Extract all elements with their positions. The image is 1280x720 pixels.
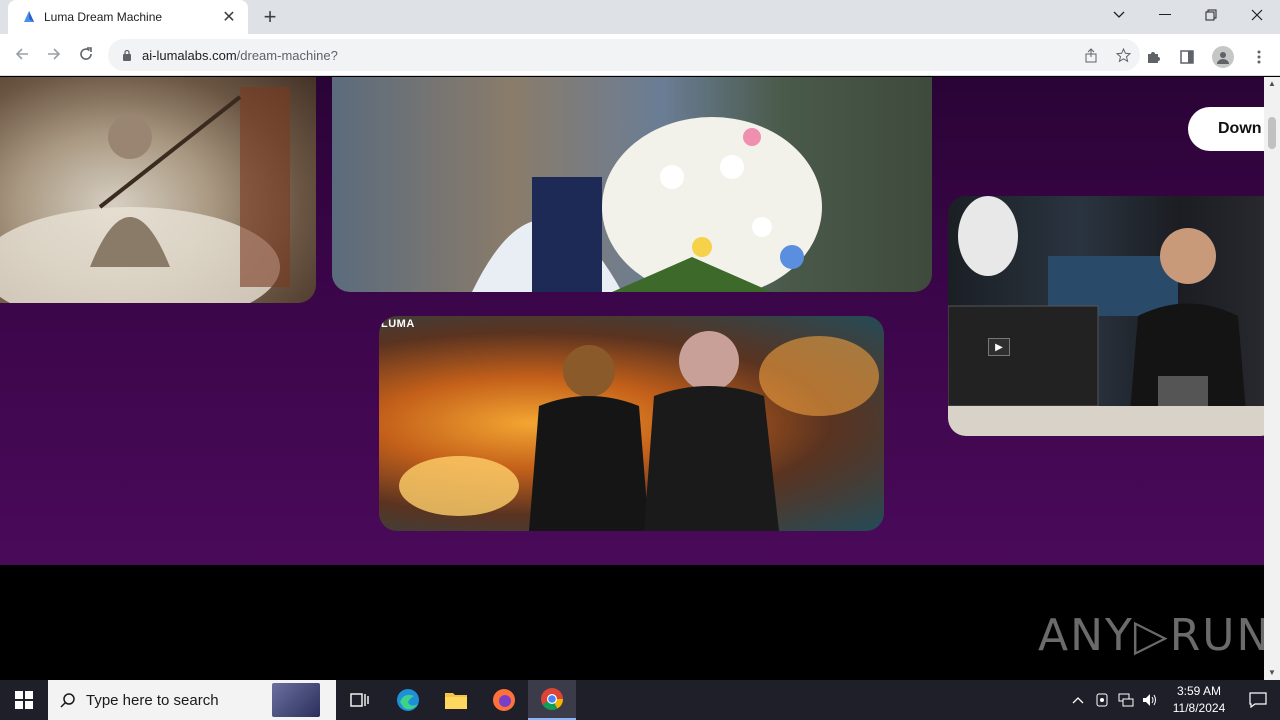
edge-icon[interactable] <box>384 680 432 720</box>
notification-icon[interactable] <box>1236 692 1280 708</box>
download-button[interactable]: Down <box>1188 107 1264 151</box>
gallery-image-photographer[interactable]: ▶ <box>948 196 1264 436</box>
scroll-thumb[interactable] <box>1268 117 1276 149</box>
search-icon <box>60 693 75 708</box>
gallery-section: LUMA ▶ Down <box>0 77 1264 565</box>
toolbar-right <box>1144 46 1268 68</box>
url-text: ai-lumalabs.com/dream-machine? <box>142 48 338 63</box>
file-explorer-icon[interactable] <box>432 680 480 720</box>
bear-pig-illustration-icon <box>399 331 879 531</box>
clock-date: 11/8/2024 <box>1172 701 1226 715</box>
url-path: /dream-machine? <box>236 47 338 63</box>
musician-illustration-icon <box>0 87 290 303</box>
volume-icon[interactable] <box>1138 680 1162 720</box>
menu-kebab-icon[interactable] <box>1250 48 1268 66</box>
luma-favicon-icon <box>24 11 34 22</box>
search-highlight-image <box>272 683 320 717</box>
browser-tab[interactable]: Luma Dream Machine ✕ <box>8 0 248 34</box>
device-icon[interactable] <box>1090 680 1114 720</box>
firefox-icon[interactable] <box>480 680 528 720</box>
taskbar-search-box[interactable]: Type here to search <box>48 680 336 720</box>
search-placeholder: Type here to search <box>86 691 219 709</box>
back-arrow-icon[interactable] <box>8 40 36 68</box>
browser-toolbar: ai-lumalabs.com/dream-machine? <box>0 34 1280 76</box>
extensions-icon[interactable] <box>1144 48 1162 66</box>
omnibox-actions <box>1082 46 1132 64</box>
network-icon[interactable] <box>1114 680 1138 720</box>
minimize-icon[interactable] <box>1142 0 1188 30</box>
forward-arrow-icon[interactable] <box>40 40 68 68</box>
tab-title: Luma Dream Machine <box>44 10 163 24</box>
windows-taskbar: Type here to search 3:59 AM 11/8/2024 <box>0 680 1280 720</box>
close-window-icon[interactable] <box>1234 0 1280 30</box>
anyrun-watermark: ANY▷RUN <box>1038 610 1264 661</box>
new-tab-button[interactable]: + <box>258 4 282 30</box>
restore-icon[interactable] <box>1188 0 1234 30</box>
side-panel-icon[interactable] <box>1178 48 1196 66</box>
scroll-up-icon[interactable]: ▲ <box>1264 77 1280 91</box>
bookmark-star-icon[interactable] <box>1114 46 1132 64</box>
photographer-illustration-icon <box>948 196 1264 436</box>
chevron-up-icon[interactable] <box>1066 680 1090 720</box>
system-tray: 3:59 AM 11/8/2024 <box>1066 680 1280 720</box>
tab-strip: Luma Dream Machine ✕ + <box>0 0 1280 34</box>
url-host: ai-lumalabs.com <box>142 47 237 63</box>
tab-search-icon[interactable] <box>1096 0 1142 30</box>
gallery-image-flowers[interactable] <box>332 77 932 292</box>
address-bar[interactable]: ai-lumalabs.com/dream-machine? <box>108 39 1140 71</box>
windows-start-icon[interactable] <box>0 680 48 720</box>
task-view-icon[interactable] <box>336 680 384 720</box>
play-icon[interactable]: ▶ <box>988 338 1010 356</box>
scroll-down-icon[interactable]: ▼ <box>1264 666 1280 680</box>
page-scrollbar[interactable]: ▲ ▼ <box>1264 77 1280 680</box>
clock-time: 3:59 AM <box>1176 684 1222 698</box>
window-controls <box>1096 0 1280 34</box>
flowers-illustration-icon <box>472 117 822 292</box>
profile-avatar-icon[interactable] <box>1212 46 1234 68</box>
reload-icon[interactable] <box>72 40 100 68</box>
gallery-image-bear-pig[interactable]: LUMA <box>379 316 884 531</box>
page-viewport: LUMA ▶ Down ANY▷RUN <box>0 77 1264 680</box>
taskbar-clock[interactable]: 3:59 AM 11/8/2024 <box>1162 683 1236 717</box>
share-icon[interactable] <box>1082 46 1100 64</box>
card-luma-label: LUMA <box>381 318 415 330</box>
tab-close-icon[interactable]: ✕ <box>220 7 238 27</box>
chrome-icon[interactable] <box>528 680 576 720</box>
lock-icon[interactable] <box>122 49 132 61</box>
gallery-image-musician[interactable] <box>0 77 316 303</box>
